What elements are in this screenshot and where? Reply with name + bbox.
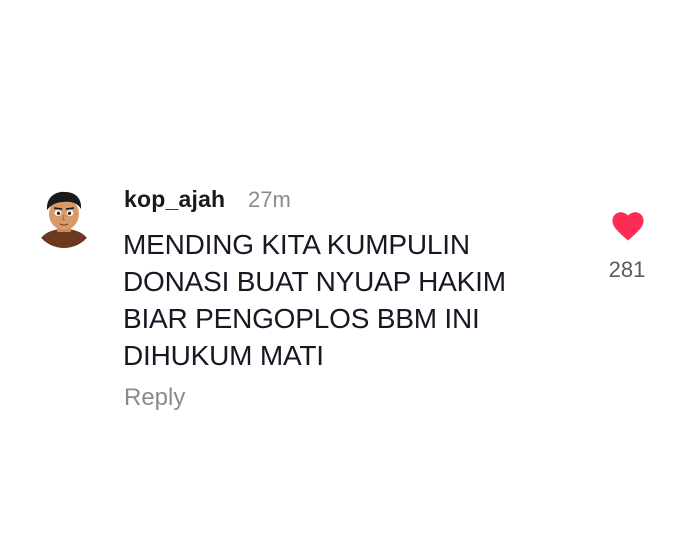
heart-icon [612,212,644,241]
comment-text-line: MENDING KITA KUMPULIN [123,229,470,260]
comment-text-line: BIAR PENGOPLOS BBM INI [123,303,480,334]
comment-text-line: DIHUKUM MATI [123,340,324,371]
like-count: 281 [608,257,646,282]
username[interactable]: kop_ajah [124,186,225,213]
comment-timestamp: 27m [248,187,291,212]
comment-text-line: DONASI BUAT NYUAP HAKIM [123,266,506,297]
avatar[interactable] [33,186,95,248]
like-button[interactable] [611,210,645,242]
comment-item: kop_ajah 27m MENDING KITA KUMPULIN DONAS… [0,0,680,537]
comment-text: MENDING KITA KUMPULIN DONASI BUAT NYUAP … [123,226,593,374]
avatar-image [37,191,91,248]
reply-button[interactable]: Reply [124,384,185,412]
